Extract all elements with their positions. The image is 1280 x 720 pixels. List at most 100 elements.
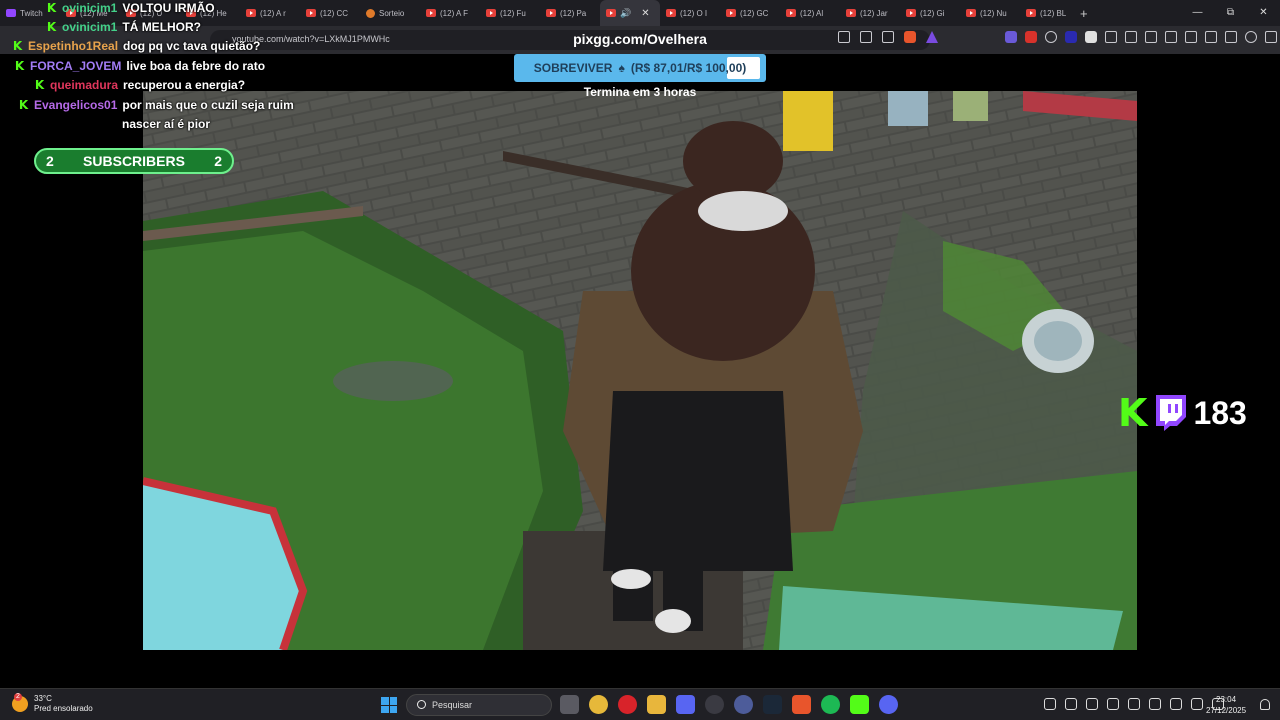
- music-icon[interactable]: [1165, 31, 1177, 43]
- tray-app-icon[interactable]: [1149, 698, 1161, 710]
- extension-icon[interactable]: [1045, 31, 1057, 43]
- browser-tab[interactable]: (12) A F: [420, 0, 480, 26]
- browser-tab[interactable]: (12) BL: [1020, 0, 1070, 26]
- brave-rewards-icon[interactable]: [926, 31, 938, 43]
- youtube-icon: [846, 9, 856, 17]
- browser-tab[interactable]: (12) O I: [660, 0, 720, 26]
- search-placeholder: Pesquisar: [432, 700, 473, 710]
- tray-app-icon[interactable]: [1086, 698, 1098, 710]
- goal-label: SOBREVIVER: [533, 61, 613, 75]
- kick-badge-icon: K: [18, 98, 29, 112]
- subscribers-counter: 2 SUBSCRIBERS 2: [34, 148, 234, 174]
- app-icon[interactable]: [734, 695, 753, 714]
- chat-message: K queimadura recuperou a energia?: [34, 78, 245, 92]
- chat-text: recuperou a energia?: [123, 78, 246, 92]
- share-icon[interactable]: [860, 31, 872, 43]
- goal-end-time: Termina em 3 horas: [583, 85, 697, 99]
- new-tab-button[interactable]: +: [1070, 6, 1098, 21]
- youtube-icon: [486, 9, 496, 17]
- search-icon: [417, 700, 426, 709]
- chat-username: FORCA_JOVEM: [30, 59, 122, 73]
- github-icon[interactable]: [705, 695, 724, 714]
- browser-tab[interactable]: (12) Fu: [480, 0, 540, 26]
- clock[interactable]: 23:04 27/12/2025: [1206, 694, 1246, 716]
- screenshot-icon[interactable]: [1145, 31, 1157, 43]
- chat-text: live boa da febre do rato: [126, 59, 266, 73]
- chat-username: Espetinho1Real: [28, 39, 119, 53]
- app-icon[interactable]: [676, 695, 695, 714]
- youtube-icon: [426, 9, 436, 17]
- people-icon: ♠: [618, 61, 625, 75]
- youtube-icon: [786, 9, 796, 17]
- notification-bell-icon[interactable]: [1260, 699, 1270, 710]
- cast-icon[interactable]: [838, 31, 850, 43]
- puzzle-icon[interactable]: [1125, 31, 1137, 43]
- chrome-icon[interactable]: [589, 695, 608, 714]
- tray-app-icon[interactable]: [1128, 698, 1140, 710]
- stream-video[interactable]: [143, 91, 1137, 650]
- task-view-icon[interactable]: [560, 695, 579, 714]
- extension-icon[interactable]: [1005, 31, 1017, 43]
- tray-app-icon[interactable]: [1107, 698, 1119, 710]
- maximize-icon[interactable]: ⧉: [1214, 0, 1247, 26]
- browser-tab[interactable]: (12) Jar: [840, 0, 900, 26]
- chat-text: TÁ MELHOR?: [122, 20, 202, 34]
- leo-icon[interactable]: [1225, 31, 1237, 43]
- taskbar-apps: [560, 695, 898, 714]
- brave-shield-icon[interactable]: [904, 31, 916, 43]
- chat-message: K Evangelicos01 por mais que o cuzil sej…: [18, 98, 294, 112]
- browser-tab[interactable]: (12) Al: [780, 0, 840, 26]
- youtube-icon: [1026, 9, 1036, 17]
- extension-icon[interactable]: [1025, 31, 1037, 43]
- opera-icon[interactable]: [618, 695, 637, 714]
- coin-icon: [366, 8, 375, 18]
- date: 27/12/2025: [1206, 706, 1247, 715]
- taskbar-search[interactable]: Pesquisar: [406, 694, 552, 716]
- kick-app-icon[interactable]: [850, 695, 869, 714]
- sidebar-icon[interactable]: [1185, 31, 1197, 43]
- spotify-icon[interactable]: [821, 695, 840, 714]
- weather-sun-icon: [12, 693, 28, 712]
- close-window-icon[interactable]: ✕: [1247, 0, 1280, 26]
- browser-tab-active[interactable]: 🔊 ✕: [600, 0, 660, 26]
- network-icon[interactable]: [1191, 698, 1203, 710]
- menu-icon[interactable]: [1265, 31, 1277, 43]
- extension-icon[interactable]: [1085, 31, 1097, 43]
- steam-icon[interactable]: [763, 695, 782, 714]
- bookmark-icon[interactable]: [882, 31, 894, 43]
- browser-tab[interactable]: (12) Pa: [540, 0, 600, 26]
- weather-widget[interactable]: 33°C Pred ensolarado: [12, 693, 93, 714]
- close-tab-icon[interactable]: ✕: [641, 8, 649, 19]
- file-explorer-icon[interactable]: [647, 695, 666, 714]
- donation-url: pixgg.com/Ovelhera: [573, 31, 707, 47]
- tray-app-icon[interactable]: [1065, 698, 1077, 710]
- microphone-icon[interactable]: [1170, 698, 1182, 710]
- youtube-icon: [246, 9, 256, 17]
- wallet-icon[interactable]: [1205, 31, 1217, 43]
- minimize-icon[interactable]: —: [1181, 0, 1214, 26]
- browser-tab[interactable]: (12) Nu: [960, 0, 1020, 26]
- speaker-icon[interactable]: 🔊: [620, 8, 631, 19]
- chat-message: K ovinicim1 TÁ MELHOR?: [46, 20, 201, 34]
- chat-message: K Espetinho1Real dog pq vc tava quietão?: [12, 39, 261, 53]
- start-button[interactable]: [381, 697, 397, 713]
- kick-logo-icon: K: [1118, 391, 1148, 435]
- chat-username: ovinicim1: [62, 20, 118, 34]
- browser-tab[interactable]: (12) CC: [300, 0, 360, 26]
- twitch-logo-icon: [1156, 395, 1187, 431]
- browser-tab[interactable]: (12) A r: [240, 0, 300, 26]
- chat-text: dog pq vc tava quietão?: [123, 39, 261, 53]
- chevron-up-icon[interactable]: [1044, 698, 1056, 710]
- browser-tab[interactable]: (12) Gi: [900, 0, 960, 26]
- kick-badge-icon: K: [46, 1, 57, 15]
- vpn-icon[interactable]: [1245, 31, 1257, 43]
- youtube-icon: [606, 9, 616, 17]
- discord-icon[interactable]: [879, 695, 898, 714]
- time: 23:04: [1216, 695, 1237, 704]
- chat-message-continuation: nascer aí é pior: [122, 117, 210, 131]
- browser-tab[interactable]: (12) GC: [720, 0, 780, 26]
- extension-icon[interactable]: [1105, 31, 1117, 43]
- brave-icon[interactable]: [792, 695, 811, 714]
- browser-tab[interactable]: Sorteio: [360, 0, 420, 26]
- extension-icon[interactable]: [1065, 31, 1077, 43]
